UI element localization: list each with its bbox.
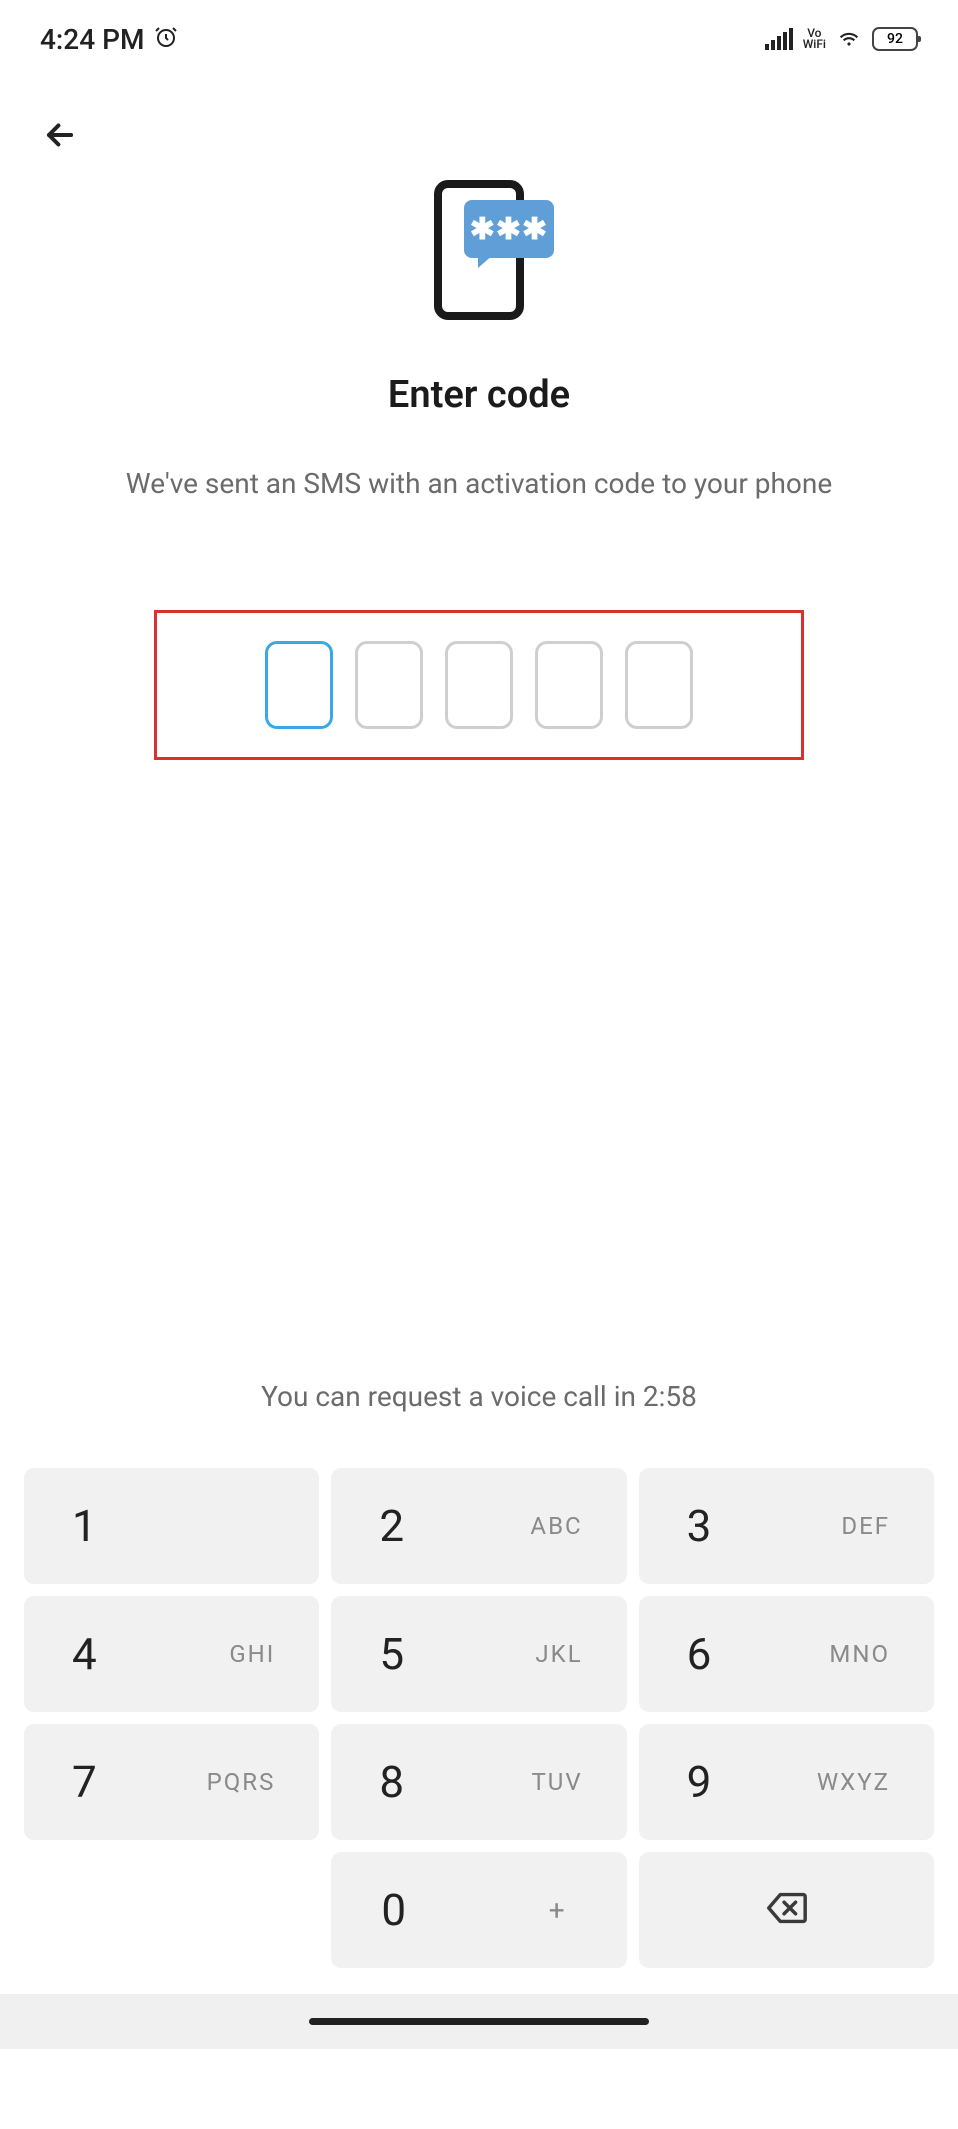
page-subtitle: We've sent an SMS with an activation cod… bbox=[96, 467, 862, 500]
back-button[interactable] bbox=[40, 115, 80, 155]
vowifi-icon: Vo WiFi bbox=[803, 28, 826, 50]
page-title: Enter code bbox=[388, 373, 570, 417]
key-blank bbox=[24, 1852, 319, 1968]
status-bar: 4:24 PM Vo WiFi 92 bbox=[0, 0, 958, 70]
alarm-icon bbox=[154, 23, 178, 56]
otp-digit-3[interactable] bbox=[445, 641, 513, 729]
nav-handle[interactable] bbox=[309, 2018, 649, 2025]
otp-digit-1[interactable] bbox=[265, 641, 333, 729]
key-6[interactable]: 6 MNO bbox=[639, 1596, 934, 1712]
key-2[interactable]: 2 ABC bbox=[331, 1468, 626, 1584]
key-4[interactable]: 4 GHI bbox=[24, 1596, 319, 1712]
wifi-icon bbox=[836, 24, 862, 54]
otp-input-group[interactable] bbox=[154, 610, 804, 760]
otp-digit-5[interactable] bbox=[625, 641, 693, 729]
signal-icon bbox=[765, 28, 793, 50]
backspace-icon bbox=[763, 1885, 809, 1935]
otp-digit-4[interactable] bbox=[535, 641, 603, 729]
status-right: Vo WiFi 92 bbox=[765, 24, 918, 54]
phone-sms-illustration: ✱✱✱ bbox=[414, 175, 544, 325]
voice-call-hint: You can request a voice call in 2:58 bbox=[0, 1380, 958, 1413]
key-backspace[interactable] bbox=[639, 1852, 934, 1968]
key-3[interactable]: 3 DEF bbox=[639, 1468, 934, 1584]
key-5[interactable]: 5 JKL bbox=[331, 1596, 626, 1712]
numeric-keypad: 1 2 ABC 3 DEF 4 GHI 5 JKL 6 MNO 7 PQRS 8… bbox=[0, 1468, 958, 1984]
key-1[interactable]: 1 bbox=[24, 1468, 319, 1584]
key-0[interactable]: 0 + bbox=[331, 1852, 626, 1968]
status-left: 4:24 PM bbox=[40, 23, 178, 56]
otp-digit-2[interactable] bbox=[355, 641, 423, 729]
battery-icon: 92 bbox=[872, 27, 918, 51]
sms-bubble-icon: ✱✱✱ bbox=[464, 200, 554, 258]
nav-bar bbox=[0, 1994, 958, 2049]
key-8[interactable]: 8 TUV bbox=[331, 1724, 626, 1840]
key-9[interactable]: 9 WXYZ bbox=[639, 1724, 934, 1840]
key-7[interactable]: 7 PQRS bbox=[24, 1724, 319, 1840]
status-time: 4:24 PM bbox=[40, 23, 144, 56]
